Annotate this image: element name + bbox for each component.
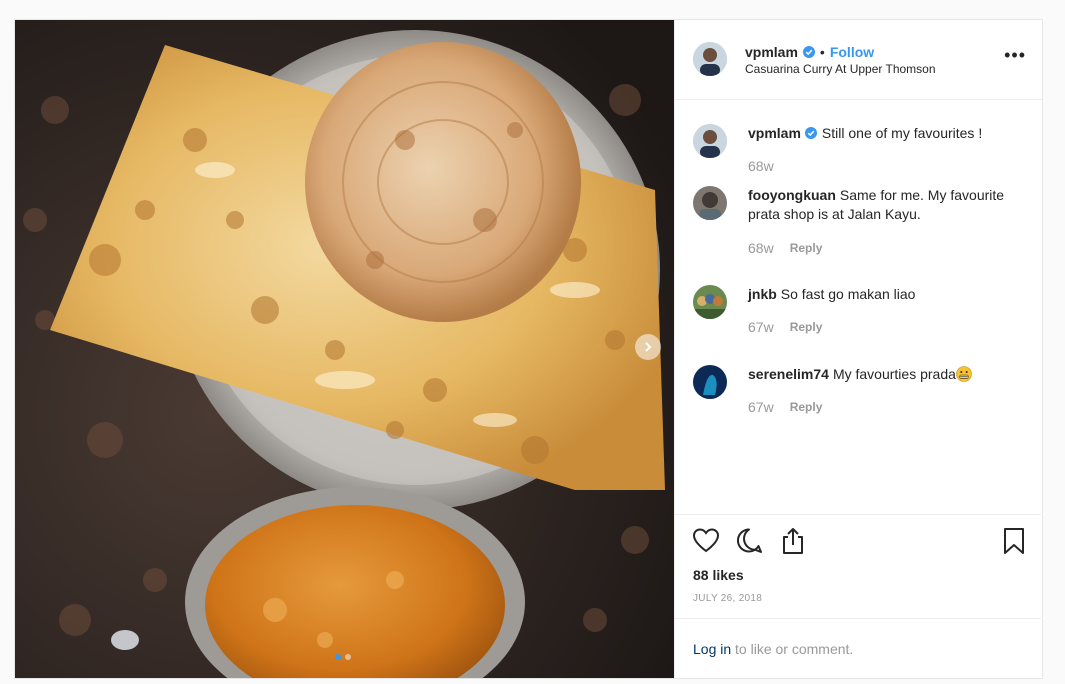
comment-text-line: fooyongkuan Same for me. My favourite pra…	[748, 186, 1018, 224]
login-prompt: Log in to like or comment.	[675, 618, 1041, 679]
header-author-line: vpmlam • Follow	[745, 44, 874, 60]
comment-username[interactable]: vpmlam	[748, 125, 801, 141]
avatar-image	[693, 186, 727, 220]
comment-username[interactable]: jnkb	[748, 286, 777, 302]
avatar-image	[693, 285, 727, 319]
avatar-image	[693, 365, 727, 399]
post-photo[interactable]	[15, 20, 674, 678]
comment-meta: 68w Reply	[748, 240, 822, 256]
commenter-avatar[interactable]	[693, 124, 727, 158]
commenter-avatar[interactable]	[693, 365, 727, 399]
commenter-avatar[interactable]	[693, 186, 727, 220]
comment-body: Still one of my favourites !	[821, 125, 983, 141]
login-prompt-text: Log in to like or comment.	[693, 641, 853, 657]
post-date[interactable]: JULY 26, 2018	[693, 593, 762, 604]
more-options-icon[interactable]: •••	[1004, 46, 1026, 64]
share-icon[interactable]	[779, 527, 807, 555]
bookmark-icon[interactable]	[1002, 527, 1026, 555]
login-prompt-rest: to like or comment.	[731, 641, 854, 657]
comment-time[interactable]: 67w	[748, 399, 774, 415]
follow-button[interactable]: Follow	[830, 44, 874, 60]
location-link[interactable]: Casuarina Curry At Upper Thomson	[745, 62, 936, 76]
food-photo-image	[15, 20, 674, 678]
comment-text-line: jnkb So fast go makan liao	[748, 285, 1018, 304]
verified-badge-icon	[802, 46, 815, 58]
verified-badge-icon	[804, 127, 817, 139]
post-actions: 88 likes JULY 26, 2018	[675, 514, 1041, 635]
grimacing-face-icon	[956, 366, 972, 382]
reply-button[interactable]: Reply	[790, 320, 823, 334]
comment-meta: 67w Reply	[748, 319, 822, 335]
likes-count[interactable]: 88 likes	[693, 567, 744, 583]
commenter-avatar[interactable]	[693, 285, 727, 319]
reply-button[interactable]: Reply	[790, 241, 823, 255]
comment-username[interactable]: serenelim74	[748, 366, 829, 382]
avatar-image	[693, 42, 727, 76]
comment-text-line: vpmlam Still one of my favourites !	[748, 124, 1018, 143]
post-card: vpmlam • Follow Casuarina Curry At Upper…	[14, 19, 1043, 679]
comment-body: My favourties prada	[832, 366, 956, 382]
heart-icon[interactable]	[692, 527, 720, 553]
reply-button[interactable]: Reply	[790, 400, 823, 414]
comment-time[interactable]: 68w	[748, 158, 774, 174]
comment-bubble-icon[interactable]	[735, 527, 763, 555]
carousel-dot	[345, 654, 351, 660]
comment-username[interactable]: fooyongkuan	[748, 187, 836, 203]
post-sidebar: vpmlam • Follow Casuarina Curry At Upper…	[674, 20, 1042, 678]
comment-meta: 68w	[748, 158, 774, 174]
header-separator: •	[819, 44, 825, 60]
author-avatar[interactable]	[693, 42, 727, 76]
avatar-image	[693, 124, 727, 158]
comment-body: So fast go makan liao	[780, 286, 916, 302]
login-link[interactable]: Log in	[693, 641, 731, 657]
chevron-right-icon	[645, 342, 652, 352]
comment-time[interactable]: 68w	[748, 240, 774, 256]
carousel-indicator	[335, 654, 351, 660]
comment-text-line: serenelim74 My favourties prada	[748, 365, 1018, 384]
comment-meta: 67w Reply	[748, 399, 822, 415]
comment-time[interactable]: 67w	[748, 319, 774, 335]
author-username[interactable]: vpmlam	[745, 44, 798, 60]
post-header: vpmlam • Follow Casuarina Curry At Upper…	[675, 20, 1042, 100]
comments-list: vpmlam Still one of my favourites ! 68w f…	[675, 100, 1041, 513]
carousel-dot-active	[335, 654, 341, 660]
carousel-next-button[interactable]	[635, 334, 661, 360]
